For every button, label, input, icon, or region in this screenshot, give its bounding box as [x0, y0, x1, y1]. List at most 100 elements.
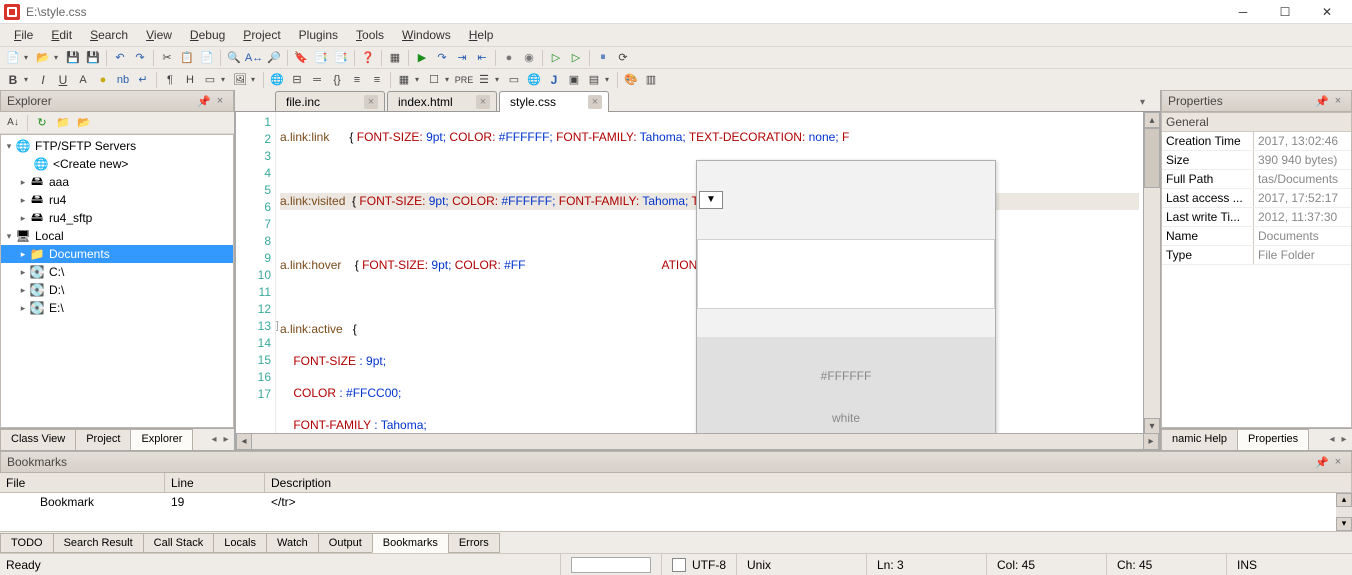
close-panel-icon[interactable]: × [213, 94, 227, 108]
breakpoint-icon[interactable]: ● [500, 49, 518, 67]
tree-ftp-root[interactable]: ▾🌐FTP/SFTP Servers [1, 137, 233, 155]
tab-menu-icon[interactable]: ▾ [1140, 97, 1154, 111]
tree-local[interactable]: ▾🖥Local [1, 227, 233, 245]
menu-edit[interactable]: Edit [43, 26, 80, 44]
paragraph-button[interactable]: ¶ [161, 71, 179, 89]
step-out-icon[interactable]: ⇤ [473, 49, 491, 67]
js-button[interactable]: J [545, 71, 563, 89]
prop-row-full-path[interactable]: Full Pathtas/Documents [1162, 170, 1351, 189]
font-button[interactable]: A [74, 71, 92, 89]
layout-button[interactable]: ▥ [642, 71, 660, 89]
meta-button[interactable]: ▤ [585, 71, 603, 89]
tab-scroll-left[interactable]: ◂ [1326, 434, 1338, 445]
restart-icon[interactable]: ⟳ [614, 49, 632, 67]
anchor-button[interactable]: ⊟ [288, 71, 306, 89]
prop-row-last-access[interactable]: Last access ...2017, 17:52:17 [1162, 189, 1351, 208]
tree-drive-c[interactable]: ▸💽C:\ [1, 263, 233, 281]
editor-vscroll[interactable]: ▴ ▾ [1144, 112, 1160, 434]
prop-row-creation-time[interactable]: Creation Time2017, 13:02:46 [1162, 132, 1351, 151]
table-button[interactable]: ▦ [395, 71, 413, 89]
grid-icon[interactable]: ▦ [386, 49, 404, 67]
tab-scroll-right[interactable]: ▸ [1338, 434, 1350, 445]
image-button[interactable]: 🖼 [231, 71, 249, 89]
close-panel-icon[interactable]: × [1331, 455, 1345, 469]
scroll-down-icon[interactable]: ▾ [1336, 517, 1352, 531]
step-over-icon[interactable]: ↷ [433, 49, 451, 67]
tab-call-stack[interactable]: Call Stack [143, 533, 215, 553]
col-file[interactable]: File [0, 473, 165, 492]
tab-search-result[interactable]: Search Result [53, 533, 144, 553]
step-into-icon[interactable]: ⇥ [453, 49, 471, 67]
tree-create-new[interactable]: 🌐<Create new> [1, 155, 233, 173]
prop-row-size[interactable]: Size390 940 bytes) [1162, 151, 1351, 170]
pre-button[interactable]: PRE [455, 71, 473, 89]
scroll-down-icon[interactable]: ▾ [1144, 418, 1160, 434]
paste-icon[interactable]: 📄 [198, 49, 216, 67]
minimize-button[interactable]: ─ [1222, 1, 1264, 23]
bold-button[interactable]: B [4, 71, 22, 89]
new-folder-icon[interactable]: 📂 [75, 114, 93, 132]
scroll-up-icon[interactable]: ▴ [1336, 493, 1352, 507]
menu-tools[interactable]: Tools [348, 26, 392, 44]
scroll-up-icon[interactable]: ▴ [1144, 112, 1160, 128]
menu-view[interactable]: View [138, 26, 180, 44]
close-tab-icon[interactable]: × [364, 95, 378, 109]
tab-class-view[interactable]: Class View [0, 429, 76, 450]
tab-explorer[interactable]: Explorer [130, 429, 193, 450]
bookmark-row[interactable]: Bookmark 19 </tr> [0, 493, 1352, 511]
menu-debug[interactable]: Debug [182, 26, 233, 44]
code-editor[interactable]: 1234567891011121314151617 a.link:link { … [235, 112, 1144, 434]
tab-locals[interactable]: Locals [213, 533, 267, 553]
tab-watch[interactable]: Watch [266, 533, 319, 553]
status-checkbox[interactable] [672, 558, 686, 572]
underline-button[interactable]: U [54, 71, 72, 89]
next-bookmark-icon[interactable]: 📑 [332, 49, 350, 67]
find-icon[interactable]: 🔍 [225, 49, 243, 67]
toggle-bookmark-icon[interactable]: 📑 [312, 49, 330, 67]
redo-icon[interactable]: ↷ [131, 49, 149, 67]
menu-file[interactable]: File [6, 26, 41, 44]
tree-ru4-sftp[interactable]: ▸🖴ru4_sftp [1, 209, 233, 227]
align-center-button[interactable]: ≡ [368, 71, 386, 89]
copy-icon[interactable]: 📋 [178, 49, 196, 67]
play2-icon[interactable]: ▷ [567, 49, 585, 67]
stop-icon[interactable]: ⏸ [594, 49, 612, 67]
tab-style-css[interactable]: style.css× [499, 91, 609, 112]
pin-icon[interactable]: 📌 [197, 94, 211, 108]
save-icon[interactable]: 💾 [64, 49, 82, 67]
form-button[interactable]: ☐ [425, 71, 443, 89]
cut-icon[interactable]: ✂ [158, 49, 176, 67]
tree-drive-d[interactable]: ▸💽D:\ [1, 281, 233, 299]
close-tab-icon[interactable]: × [588, 95, 602, 109]
editor-hscroll[interactable]: ◂ ▸ [235, 434, 1160, 450]
maximize-button[interactable]: ☐ [1264, 1, 1306, 23]
new-file-icon[interactable]: 📄 [4, 49, 22, 67]
tree-aaa[interactable]: ▸🖴aaa [1, 173, 233, 191]
list-button[interactable]: ☰ [475, 71, 493, 89]
tab-dynamic-help[interactable]: namic Help [1161, 429, 1238, 450]
menu-help[interactable]: Help [461, 26, 502, 44]
pin-icon[interactable]: 📌 [1315, 94, 1329, 108]
col-desc[interactable]: Description [265, 473, 1352, 492]
tab-scroll-right[interactable]: ▸ [220, 434, 232, 445]
col-line[interactable]: Line [165, 473, 265, 492]
tab-bookmarks[interactable]: Bookmarks [372, 533, 449, 553]
link-button[interactable]: 🌐 [268, 71, 286, 89]
tree-ru4[interactable]: ▸🖴ru4 [1, 191, 233, 209]
find-in-files-icon[interactable]: 🔎 [265, 49, 283, 67]
tab-project[interactable]: Project [75, 429, 131, 450]
hr-button[interactable]: ═ [308, 71, 326, 89]
tab-index-html[interactable]: index.html× [387, 91, 497, 111]
menu-search[interactable]: Search [82, 26, 136, 44]
close-tab-icon[interactable]: × [476, 95, 490, 109]
replace-icon[interactable]: A↔ [245, 49, 263, 67]
tab-scroll-left[interactable]: ◂ [208, 434, 220, 445]
prop-row-last-write[interactable]: Last write Ti...2012, 11:37:30 [1162, 208, 1351, 227]
pin-icon[interactable]: 📌 [1315, 455, 1329, 469]
tab-file-inc[interactable]: file.inc× [275, 91, 385, 111]
prop-row-name[interactable]: NameDocuments [1162, 227, 1351, 246]
undo-icon[interactable]: ↶ [111, 49, 129, 67]
tab-properties[interactable]: Properties [1237, 429, 1309, 450]
close-panel-icon[interactable]: × [1331, 94, 1345, 108]
tree-drive-e[interactable]: ▸💽E:\ [1, 299, 233, 317]
